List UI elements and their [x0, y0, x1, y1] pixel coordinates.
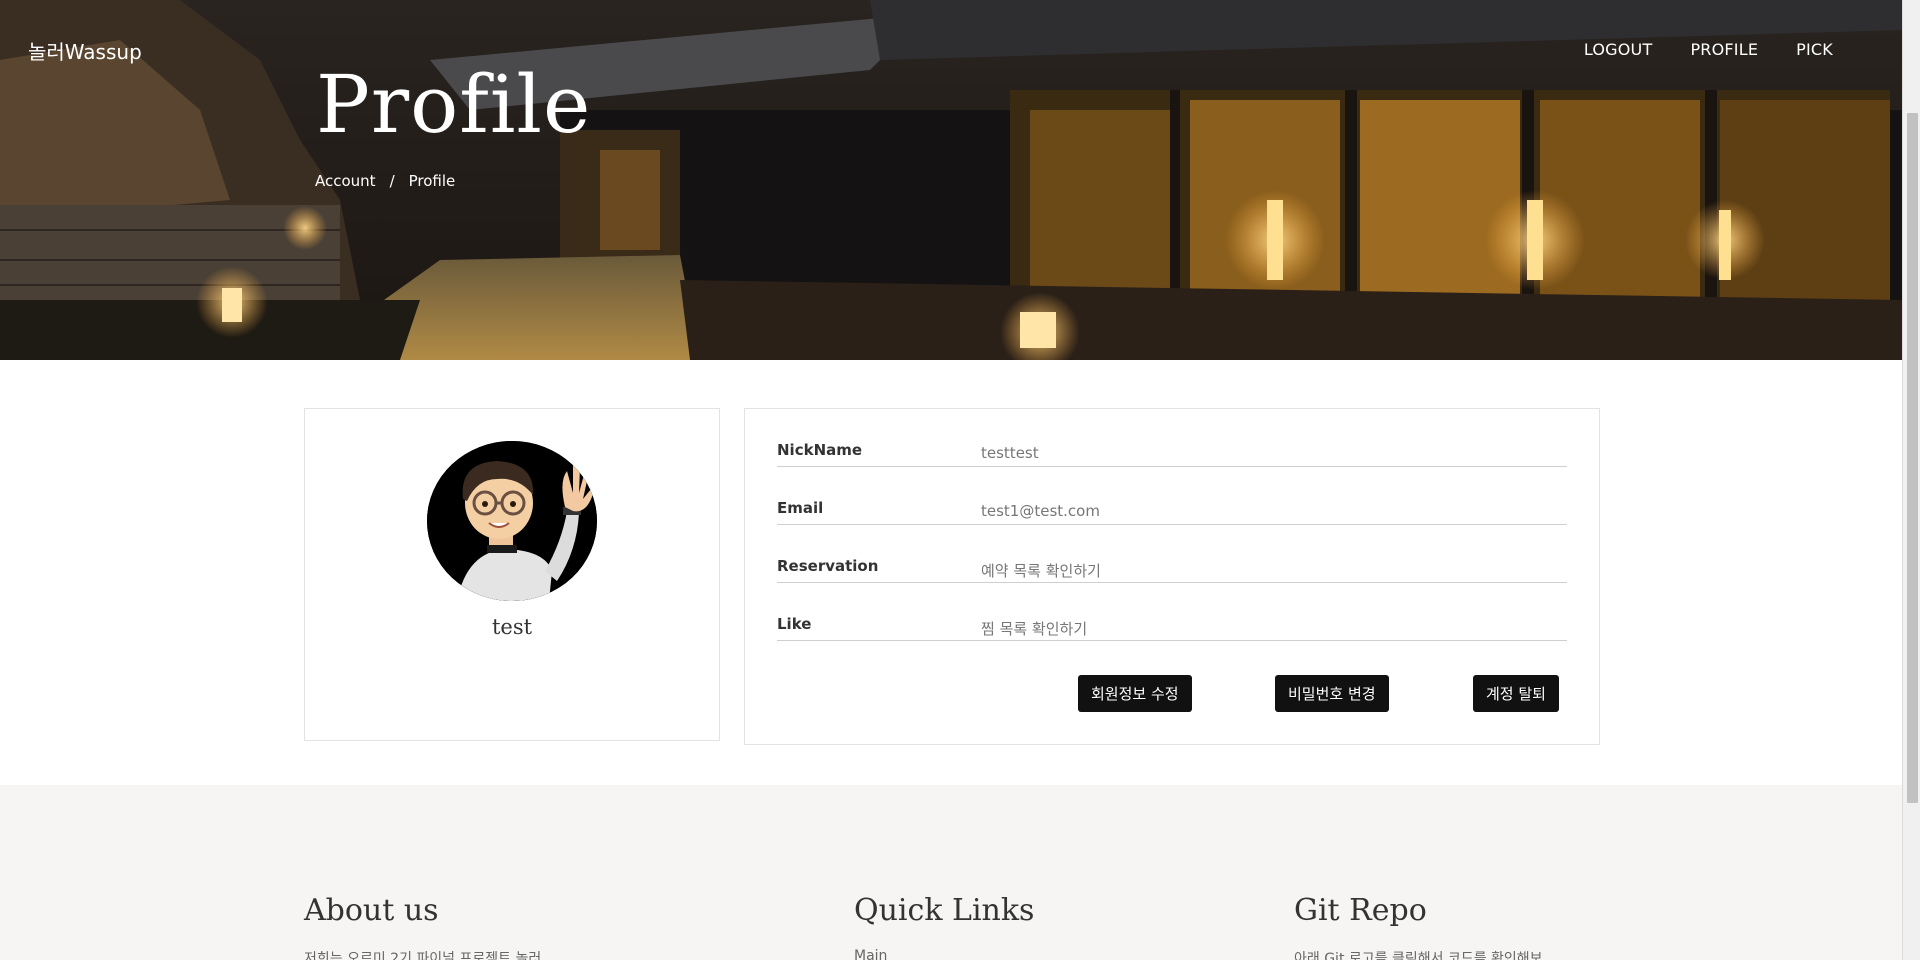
- nav-logout-link[interactable]: LOGOUT: [1584, 40, 1653, 59]
- breadcrumb: Account / Profile: [315, 172, 455, 190]
- footer-quick-links: Quick Links Main: [854, 893, 1034, 960]
- footer-about: About us 저희는 오르미 2기 파이널 프로젝트 놀러: [304, 893, 541, 960]
- footer-main-link[interactable]: Main: [854, 948, 1034, 960]
- nav-profile-link[interactable]: PROFILE: [1690, 40, 1758, 59]
- nickname-value: testtest: [981, 444, 1039, 462]
- breadcrumb-account-link[interactable]: Account: [315, 172, 376, 190]
- profile-card: test: [304, 408, 720, 741]
- reservation-label: Reservation: [777, 557, 879, 575]
- scrollbar-thumb[interactable]: [1907, 113, 1918, 803]
- nickname-row: NickName testtest: [777, 409, 1567, 467]
- brand-logo[interactable]: 놀러Wassup: [28, 36, 142, 65]
- hero-banner: 놀러Wassup LOGOUT PROFILE PICK Profile Acc…: [0, 0, 1902, 360]
- like-label: Like: [777, 615, 812, 633]
- breadcrumb-separator: /: [389, 172, 395, 190]
- footer-about-text: 저희는 오르미 2기 파이널 프로젝트 놀러: [304, 951, 542, 960]
- profile-name: test: [491, 615, 533, 639]
- like-link[interactable]: 찜 목록 확인하기: [981, 618, 1087, 639]
- footer-git-repo-text: 아래 Git 로고를 클릭해서 코드를 확인해보: [1294, 951, 1543, 960]
- footer: About us 저희는 오르미 2기 파이널 프로젝트 놀러 Quick Li…: [0, 785, 1902, 960]
- breadcrumb-current: Profile: [408, 172, 456, 190]
- change-password-button[interactable]: 비밀번호 변경: [1275, 675, 1389, 712]
- memoji-avatar-image: [427, 441, 597, 601]
- reservation-row: Reservation 예약 목록 확인하기: [777, 525, 1567, 583]
- reservation-link[interactable]: 예약 목록 확인하기: [981, 560, 1101, 581]
- page-title: Profile: [316, 58, 592, 151]
- vertical-scrollbar[interactable]: [1902, 0, 1920, 960]
- top-nav: LOGOUT PROFILE PICK: [1584, 40, 1833, 59]
- email-label: Email: [777, 499, 824, 517]
- delete-account-button[interactable]: 계정 탈퇴: [1473, 675, 1559, 712]
- email-row: Email test1@test.com: [777, 467, 1567, 525]
- email-value: test1@test.com: [981, 502, 1100, 520]
- nav-pick-link[interactable]: PICK: [1796, 40, 1833, 59]
- nickname-label: NickName: [777, 441, 863, 459]
- footer-about-title: About us: [304, 893, 439, 928]
- footer-git-repo: Git Repo 아래 Git 로고를 클릭해서 코드를 확인해보: [1294, 893, 1543, 960]
- main-area: 놀러Wassup LOGOUT PROFILE PICK Profile Acc…: [0, 0, 1902, 960]
- profile-info-card: NickName testtest Email test1@test.com R…: [744, 408, 1600, 745]
- page: 놀러Wassup LOGOUT PROFILE PICK Profile Acc…: [0, 0, 1920, 960]
- edit-profile-button[interactable]: 회원정보 수정: [1078, 675, 1192, 712]
- footer-git-repo-title: Git Repo: [1294, 893, 1427, 928]
- like-row: Like 찜 목록 확인하기: [777, 583, 1567, 641]
- avatar: [427, 441, 597, 601]
- footer-quick-links-title: Quick Links: [854, 893, 1035, 928]
